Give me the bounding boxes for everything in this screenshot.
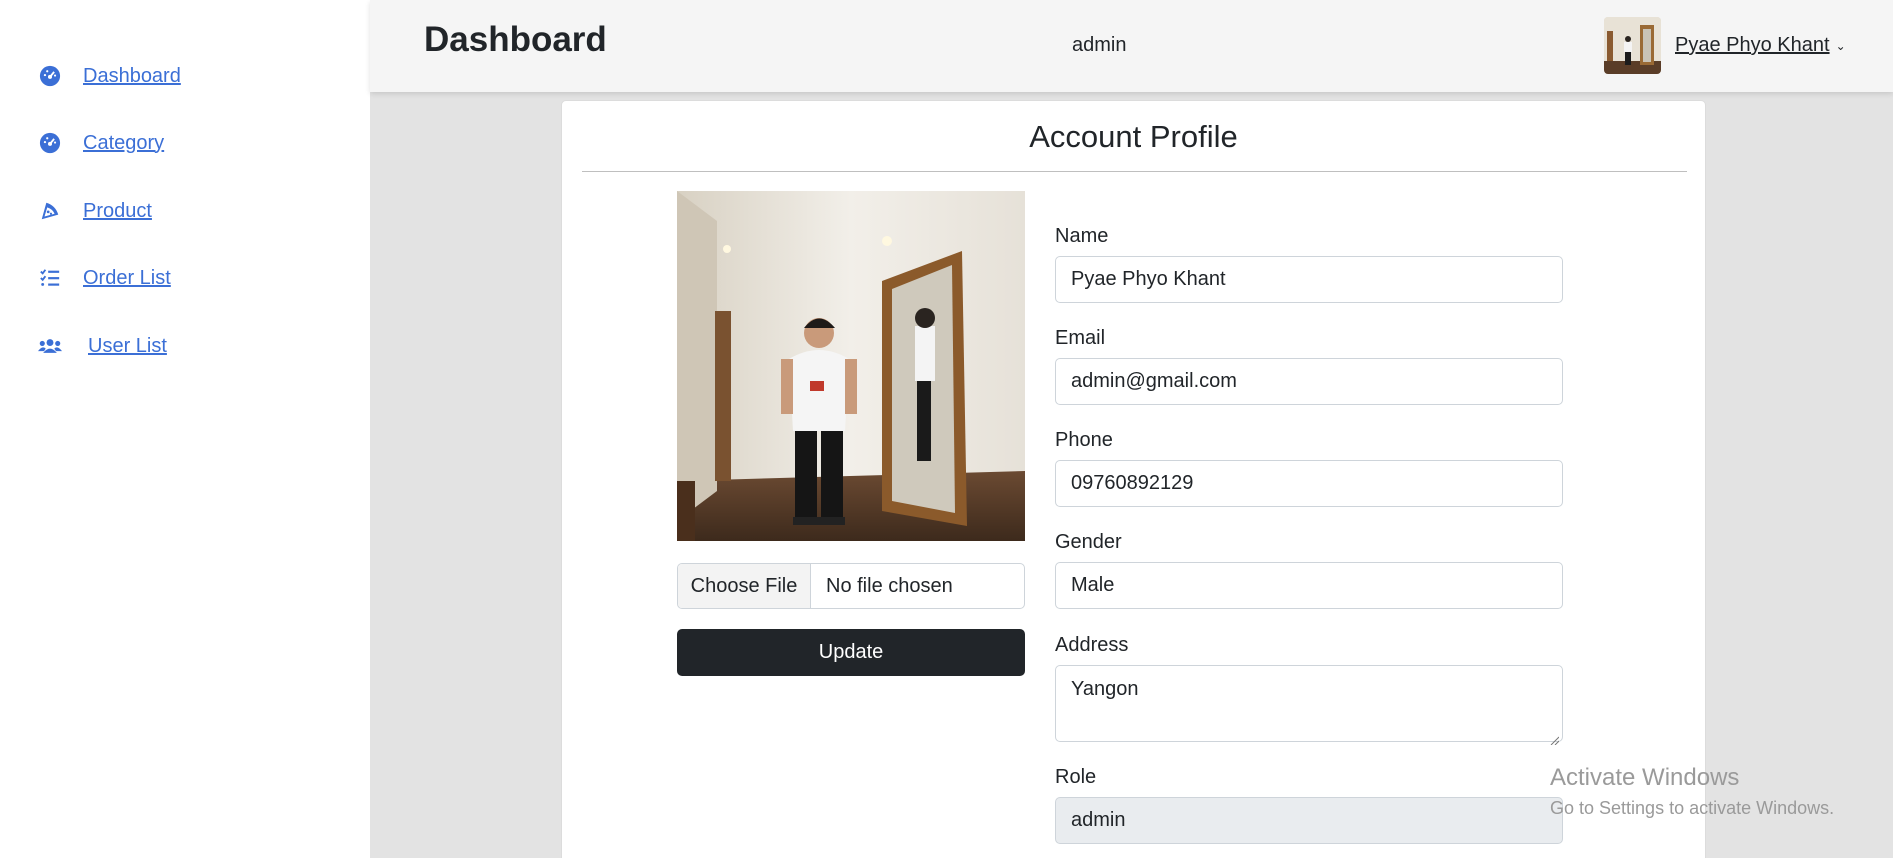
user-menu[interactable]: Pyae Phyo Khant ⌄: [1604, 17, 1846, 74]
sidebar-item-label[interactable]: User List: [88, 335, 167, 358]
role-label: Role: [1055, 766, 1097, 788]
email-field[interactable]: admin@gmail.com: [1055, 358, 1563, 405]
activate-windows-title: Activate Windows: [1550, 764, 1740, 791]
update-button[interactable]: Update: [677, 629, 1025, 676]
users-icon: [38, 334, 62, 358]
address-label: Address: [1055, 634, 1129, 656]
sidebar-item-product[interactable]: Product: [38, 199, 152, 223]
choose-file-button[interactable]: Choose File: [678, 564, 811, 608]
name-field[interactable]: Pyae Phyo Khant: [1055, 256, 1563, 303]
sidebar-item-order-list[interactable]: Order List: [38, 266, 171, 290]
name-label: Name: [1055, 225, 1109, 247]
gender-field[interactable]: Male: [1055, 562, 1563, 609]
sidebar-item-label[interactable]: Order List: [83, 267, 171, 290]
sidebar-item-label[interactable]: Product: [83, 200, 152, 223]
file-input[interactable]: Choose File No file chosen: [677, 563, 1025, 609]
user-name-link[interactable]: Pyae Phyo Khant: [1675, 34, 1830, 57]
sidebar-item-category[interactable]: Category: [38, 131, 164, 155]
email-label: Email: [1055, 327, 1106, 349]
list-check-icon: [38, 266, 62, 290]
sidebar-item-label[interactable]: Category: [83, 132, 164, 155]
gauge-icon: [38, 64, 62, 88]
sidebar-item-dashboard[interactable]: Dashboard: [38, 64, 181, 88]
profile-photo: [677, 191, 1025, 541]
sidebar-item-label[interactable]: Dashboard: [83, 65, 181, 88]
sidebar: Dashboard Category Product Order List Us…: [0, 0, 370, 858]
top-header: Dashboard admin Pyae Phyo Khant ⌄: [370, 0, 1893, 92]
card-title: Account Profile: [1029, 119, 1238, 154]
role-label: admin: [1072, 34, 1127, 56]
address-textarea[interactable]: Yangon: [1055, 665, 1563, 746]
divider: [582, 171, 1687, 172]
page-title: Dashboard: [424, 20, 607, 59]
phone-field[interactable]: 09760892129: [1055, 460, 1563, 507]
file-status: No file chosen: [826, 574, 953, 597]
phone-label: Phone: [1055, 429, 1113, 451]
pizza-slice-icon: [38, 199, 62, 223]
address-value: Yangon: [1071, 678, 1139, 700]
activate-windows-subtitle: Go to Settings to activate Windows.: [1550, 798, 1835, 818]
account-profile-card: Account Profile Choose File No file chos…: [561, 100, 1706, 858]
role-field: admin: [1055, 797, 1563, 844]
resize-grip-icon[interactable]: [1549, 728, 1560, 746]
sidebar-item-user-list[interactable]: User List: [38, 334, 167, 358]
avatar: [1604, 17, 1661, 74]
gender-label: Gender: [1055, 531, 1122, 553]
gauge-icon: [38, 131, 62, 155]
chevron-down-icon[interactable]: ⌄: [1836, 39, 1846, 53]
